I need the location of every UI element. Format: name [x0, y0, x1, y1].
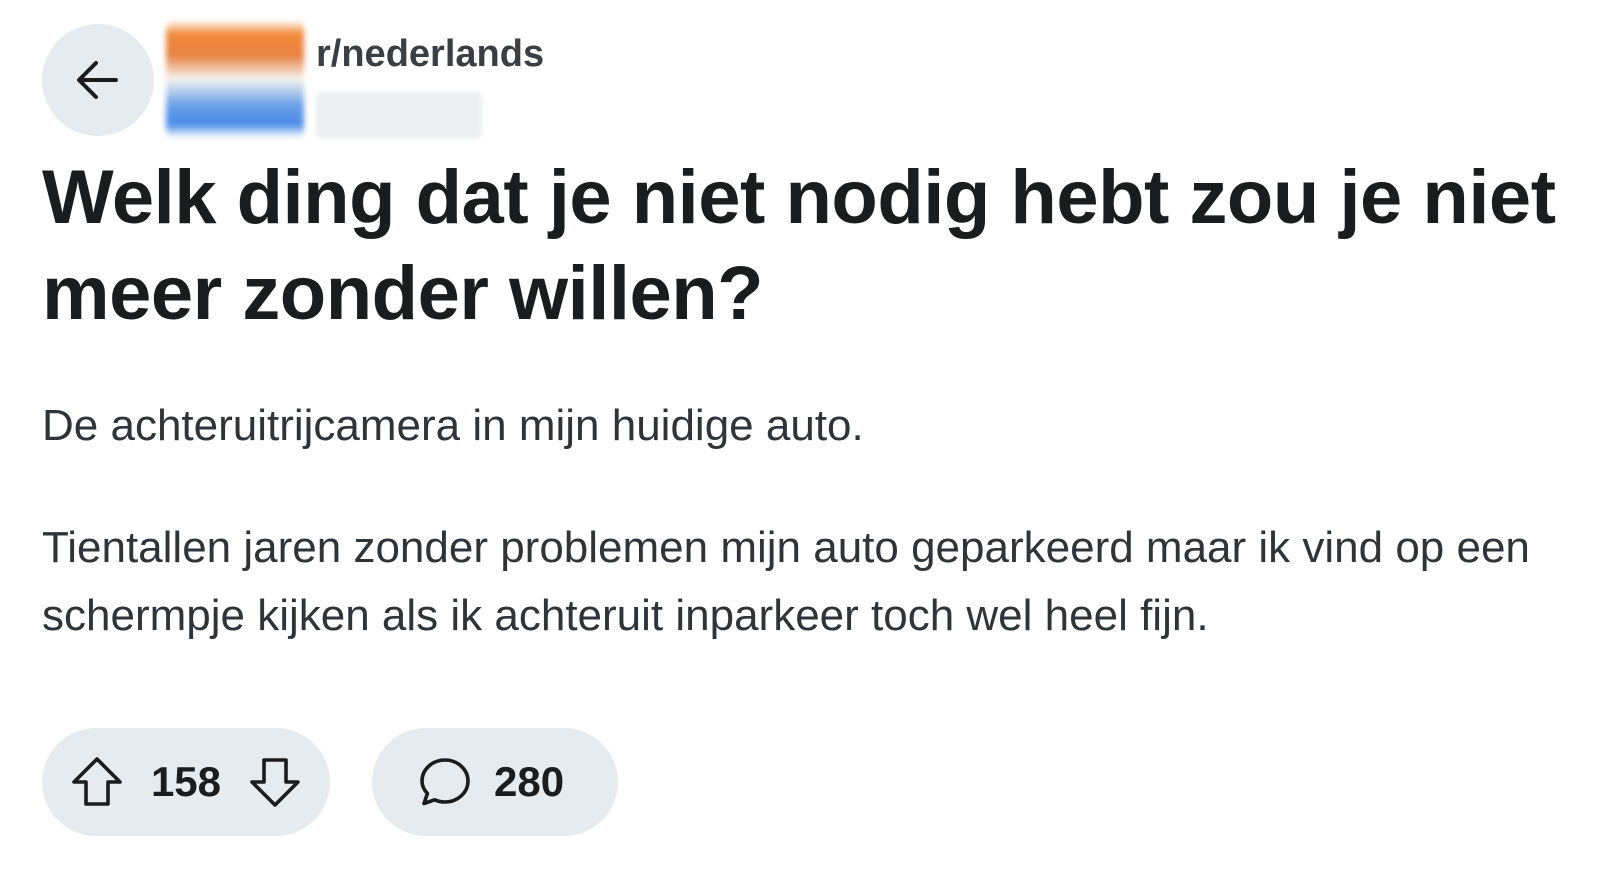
subreddit-avatar[interactable]: [166, 20, 304, 138]
post-body-paragraph: De achteruitrijcamera in mijn huidige au…: [42, 401, 864, 450]
post-actions: 158 280: [42, 728, 618, 836]
blurred-post-metadata: [316, 92, 482, 138]
post-header: r/nederlands: [42, 20, 544, 138]
post-body: De achteruitrijcamera in mijn huidige au…: [42, 392, 1602, 704]
comments-button[interactable]: 280: [372, 728, 618, 836]
speech-bubble-icon: [420, 758, 470, 806]
arrow-left-icon: [77, 61, 118, 99]
back-button[interactable]: [42, 24, 154, 136]
comment-count: 280: [494, 758, 565, 805]
downvote-button[interactable]: [248, 755, 302, 809]
subreddit-name[interactable]: r/nederlands: [316, 32, 544, 76]
arrow-down-outline-icon: [250, 758, 300, 807]
post-title: Welk ding dat je niet nodig hebt zou je …: [42, 155, 1556, 336]
subreddit-meta: r/nederlands: [316, 20, 544, 138]
arrow-up-outline-icon: [72, 757, 122, 806]
vote-count: 158: [150, 758, 222, 805]
post-body-paragraph: Tientallen jaren zonder problemen mijn a…: [42, 523, 1530, 640]
upvote-button[interactable]: [70, 755, 124, 809]
vote-pill: 158: [42, 728, 330, 836]
